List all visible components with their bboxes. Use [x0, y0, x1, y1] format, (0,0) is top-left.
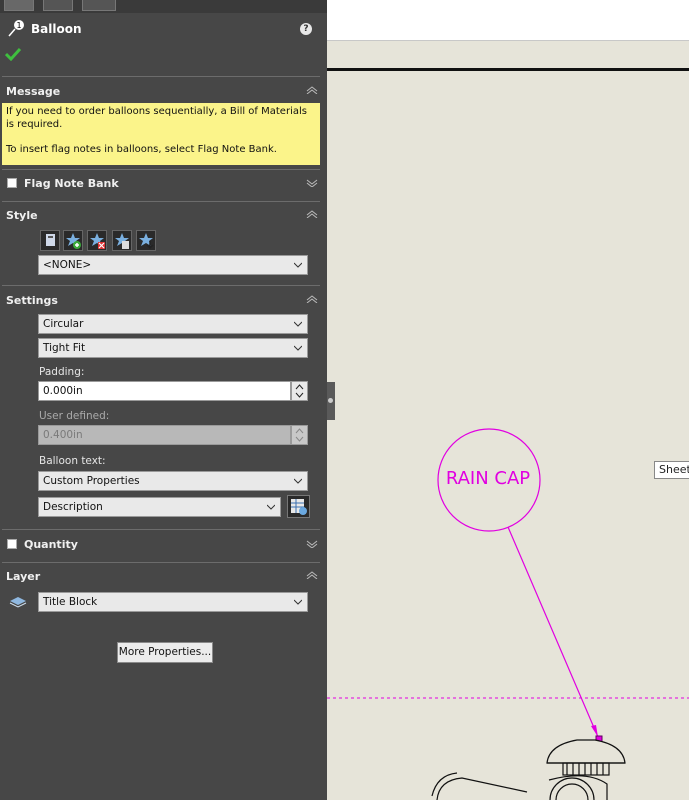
balloon-size-select[interactable]: Tight Fit	[38, 338, 308, 358]
divider	[2, 529, 320, 530]
balloon-size-value: Tight Fit	[43, 342, 86, 354]
rain-cap-part-drawing	[431, 739, 626, 800]
chevron-up-icon[interactable]	[306, 295, 318, 303]
divider	[2, 562, 320, 563]
layers-icon	[9, 597, 27, 608]
svg-text:1: 1	[16, 21, 21, 30]
chevron-down-icon[interactable]	[306, 540, 318, 548]
chevron-down-icon[interactable]	[306, 179, 318, 187]
balloon-text-value: Custom Properties	[43, 475, 140, 487]
style-select-value: <NONE>	[43, 259, 92, 271]
chevron-down-icon	[294, 478, 302, 484]
chevron-up-icon[interactable]	[306, 210, 318, 218]
balloon-text: RAIN CAP	[445, 468, 531, 489]
balloon-text-label: Balloon text:	[39, 455, 106, 467]
flag-note-bank-checkbox[interactable]	[7, 178, 17, 188]
quantity-label: Quantity	[24, 538, 78, 551]
manager-tabs	[0, 0, 327, 13]
chevron-down-icon	[294, 321, 302, 327]
property-manager-panel: 1 Balloon ? Message If you need to order…	[0, 0, 327, 800]
save-style-icon[interactable]	[112, 230, 132, 251]
help-icon[interactable]: ?	[300, 23, 312, 35]
graphics-top-area	[327, 0, 689, 41]
padding-label: Padding:	[39, 366, 85, 378]
user-defined-label: User defined:	[39, 410, 110, 422]
divider	[2, 169, 320, 170]
delete-style-icon[interactable]	[87, 230, 107, 251]
user-defined-spinner	[291, 425, 308, 445]
balloon-leader-line	[507, 526, 599, 738]
chevron-down-icon	[294, 262, 302, 268]
sheet-tooltip: Sheet	[654, 461, 689, 479]
balloon-style-select[interactable]: Circular	[38, 314, 308, 334]
apply-style-icon[interactable]	[40, 230, 60, 251]
tab-feature-manager[interactable]	[4, 0, 34, 11]
leader-arrow	[591, 725, 598, 737]
more-properties-button[interactable]: More Properties...	[117, 642, 213, 663]
chevron-up-icon[interactable]	[306, 86, 318, 94]
balloon-text-select[interactable]: Custom Properties	[38, 471, 308, 491]
message-box: If you need to order balloons sequential…	[2, 103, 320, 165]
balloon-style-value: Circular	[43, 318, 84, 330]
properties-table-icon	[291, 499, 307, 515]
padding-input[interactable]: 0.000in	[38, 381, 291, 401]
quantity-checkbox[interactable]	[7, 539, 17, 549]
tab-property-manager[interactable]	[43, 0, 73, 11]
custom-properties-button[interactable]	[287, 495, 310, 518]
padding-spinner[interactable]	[291, 381, 308, 401]
layer-value: Title Block	[43, 596, 98, 608]
style-section-title: Style	[6, 209, 38, 222]
chevron-down-icon	[294, 599, 302, 605]
divider	[2, 285, 320, 286]
property-name-value: Description	[43, 501, 103, 513]
chevron-up-icon[interactable]	[306, 571, 318, 579]
message-section-title: Message	[6, 85, 61, 98]
settings-section-title: Settings	[6, 294, 58, 307]
message-line-2: To insert flag notes in balloons, select…	[6, 144, 277, 155]
tab-configuration-manager[interactable]	[82, 0, 116, 11]
style-select[interactable]: <NONE>	[38, 255, 308, 275]
layer-section-title: Layer	[6, 570, 41, 583]
flag-note-bank-label: Flag Note Bank	[24, 177, 119, 190]
user-defined-input: 0.400in	[38, 425, 291, 445]
divider	[2, 201, 320, 202]
property-name-select[interactable]: Description	[38, 497, 281, 517]
ok-checkmark-icon[interactable]	[5, 47, 21, 61]
divider	[2, 76, 320, 77]
sheet-border-line	[327, 68, 689, 71]
chevron-down-icon	[267, 504, 275, 510]
layer-select[interactable]: Title Block	[38, 592, 308, 612]
message-line-1: If you need to order balloons sequential…	[6, 106, 307, 130]
balloon-tool-icon: 1	[8, 20, 24, 37]
add-style-icon[interactable]	[63, 230, 83, 251]
panel-title: Balloon	[31, 22, 82, 36]
drawing-canvas	[327, 428, 689, 800]
chevron-down-icon	[294, 345, 302, 351]
load-style-icon[interactable]	[136, 230, 156, 251]
